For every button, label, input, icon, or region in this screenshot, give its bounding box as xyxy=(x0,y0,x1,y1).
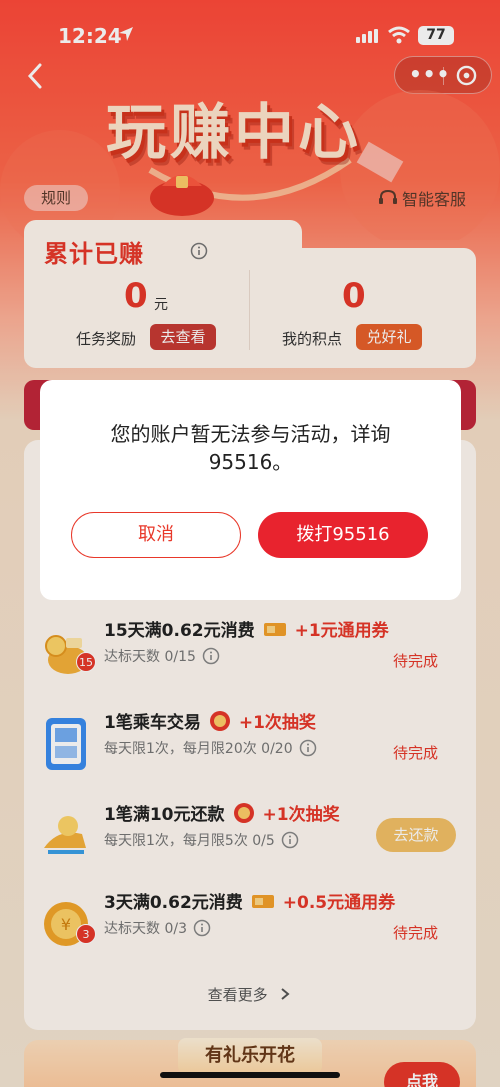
task-name: 15天满0.62元消费 xyxy=(104,621,255,641)
task-title: 1笔乘车交易 +1次抽奖 xyxy=(104,708,316,733)
task-title: 3天满0.62元消费 +0.5元通用券 xyxy=(104,888,395,913)
task-progress: 达标天数 0/15 xyxy=(104,646,220,666)
lucky-bag-icon xyxy=(150,175,214,216)
customer-service-button[interactable]: 智能客服 xyxy=(378,185,466,211)
reward-label: 任务奖励 xyxy=(76,330,137,348)
repay-button[interactable]: 去还款 xyxy=(376,818,456,852)
task-progress-text: 达标天数 0/15 xyxy=(104,649,196,665)
task-badge: 15 xyxy=(76,652,96,672)
task-state: 待完成 xyxy=(392,652,438,670)
see-more-label: 查看更多 xyxy=(207,986,268,1004)
redeem-gift-button[interactable]: 兑好礼 xyxy=(356,324,422,350)
task-name: 3天满0.62元消费 xyxy=(104,893,243,913)
task-title: 1笔满10元还款 +1次抽奖 xyxy=(104,800,340,825)
task-progress: 达标天数 0/3 xyxy=(104,918,211,938)
task-progress: 每天限1次，每月限20次 0/20 xyxy=(104,738,317,758)
info-icon[interactable] xyxy=(202,647,220,665)
cancel-button[interactable]: 取消 xyxy=(71,512,241,558)
reward-amount: 0 xyxy=(124,276,148,316)
reward-unit: 元 xyxy=(154,297,168,313)
call-hotline-button[interactable]: 拨打95516 xyxy=(258,512,428,558)
task-progress: 每天限1次，每月限5次 0/5 xyxy=(104,830,299,850)
earnings-card: 累计已赚 0 元 任务奖励 去查看 0 我的积点 兑好礼 xyxy=(24,220,476,368)
repayment-icon xyxy=(44,816,86,854)
task-title: 15天满0.62元消费 +1元通用券 xyxy=(104,616,389,641)
customer-service-label: 智能客服 xyxy=(402,190,467,209)
bottom-activity-title: 有礼乐开花 xyxy=(178,1038,322,1074)
task-state: 待完成 xyxy=(392,924,438,942)
task-reward: +1次抽奖 xyxy=(262,805,340,825)
info-icon[interactable] xyxy=(190,242,208,260)
svg-text:¥: ¥ xyxy=(61,915,71,934)
task-reward: +1次抽奖 xyxy=(238,713,316,733)
task-name: 1笔乘车交易 xyxy=(104,713,201,733)
bottom-activity-button[interactable]: 点我 xyxy=(384,1062,460,1087)
task-progress-text: 达标天数 0/3 xyxy=(104,921,187,937)
info-icon[interactable] xyxy=(193,919,211,937)
chevron-right-icon xyxy=(281,988,290,1000)
info-icon[interactable] xyxy=(299,739,317,757)
task-item[interactable]: 1笔满10元还款 +1次抽奖 每天限1次，每月限5次 0/5 去还款 xyxy=(24,800,476,880)
task-progress-text: 每天限1次，每月限5次 0/5 xyxy=(104,833,275,849)
lottery-icon xyxy=(209,710,230,731)
coupon-icon xyxy=(263,622,286,636)
task-badge: 3 xyxy=(76,924,96,944)
earnings-title: 累计已赚 xyxy=(44,240,144,268)
home-indicator xyxy=(160,1072,340,1078)
see-more-link[interactable]: 查看更多 xyxy=(0,984,500,1005)
alert-dialog: 您的账户暂无法参与活动，详询95516。 取消 拨打95516 xyxy=(40,380,461,600)
points-label: 我的积点 xyxy=(282,330,343,348)
earnings-divider xyxy=(249,270,250,350)
lottery-icon xyxy=(233,802,254,823)
task-progress-text: 每天限1次，每月限20次 0/20 xyxy=(104,741,293,757)
points-amount: 0 xyxy=(342,276,366,316)
task-item[interactable]: 1笔乘车交易 +1次抽奖 每天限1次，每月限20次 0/20 待完成 xyxy=(24,708,476,788)
transit-card-icon xyxy=(46,718,86,770)
task-item[interactable]: 15 15天满0.62元消费 +1元通用券 达标天数 0/15 待完成 xyxy=(24,616,476,696)
task-state: 待完成 xyxy=(392,744,438,762)
info-icon[interactable] xyxy=(281,831,299,849)
task-reward: +0.5元通用券 xyxy=(282,893,396,913)
task-name: 1笔满10元还款 xyxy=(104,805,225,825)
view-reward-button[interactable]: 去查看 xyxy=(150,324,216,350)
rules-button[interactable]: 规则 xyxy=(24,185,88,211)
task-reward: +1元通用券 xyxy=(294,621,389,641)
headset-icon xyxy=(379,189,397,204)
coupon-icon xyxy=(251,894,274,908)
page-title: 玩赚中心 xyxy=(106,98,362,168)
task-item[interactable]: ¥ 3 3天满0.62元消费 +0.5元通用券 达标天数 0/3 待完成 xyxy=(24,888,476,968)
dialog-message: 您的账户暂无法参与活动，详询95516。 xyxy=(110,422,391,474)
page: 12:24 77 ••• 玩赚中心 规则 智能客服 累计已赚 0 元 任务奖励 … xyxy=(0,0,500,1087)
